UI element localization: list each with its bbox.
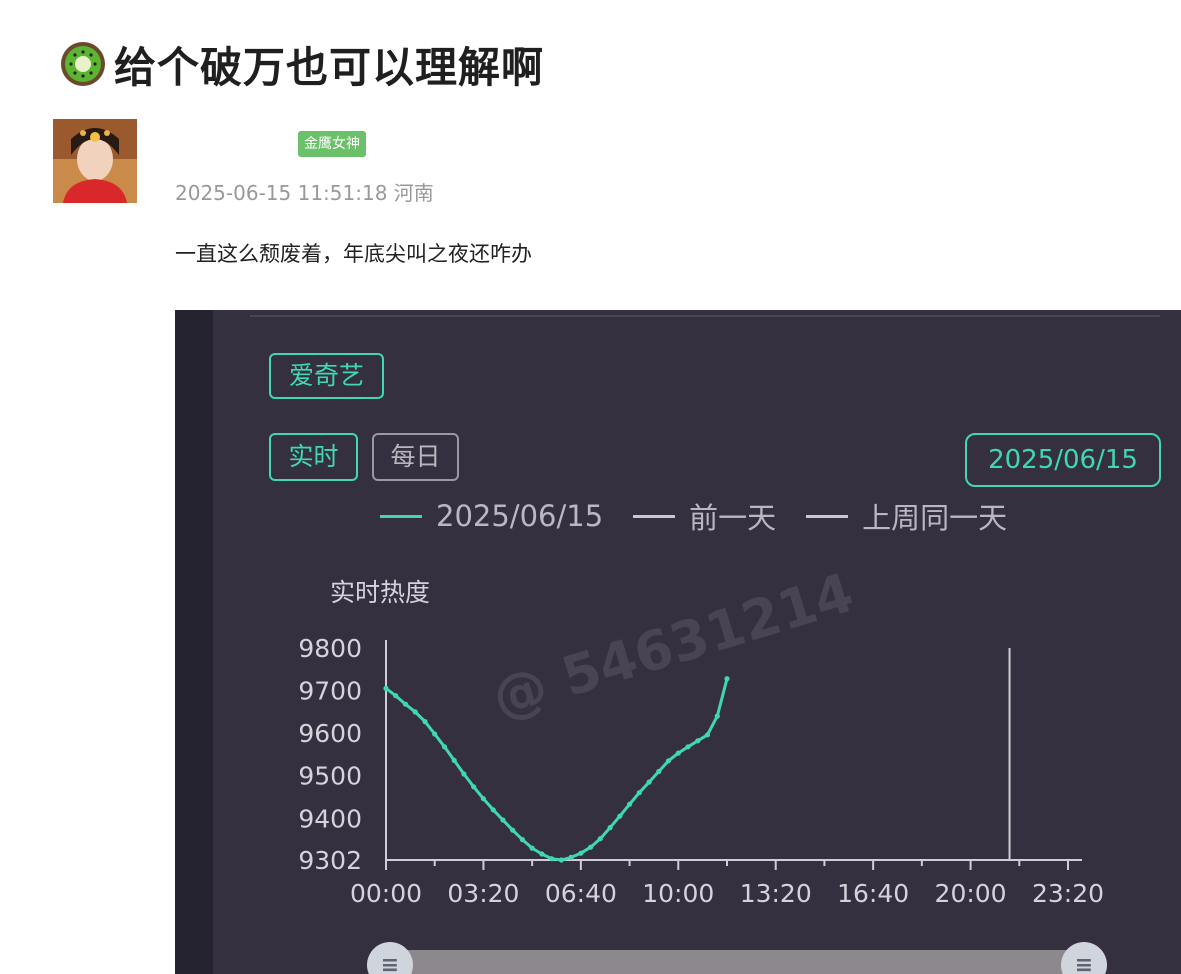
series-point bbox=[441, 744, 448, 750]
y-axis-title: 实时热度 bbox=[330, 578, 430, 607]
series-point bbox=[568, 854, 574, 860]
post-location: 河南 bbox=[393, 181, 434, 205]
x-tick-label: 06:40 bbox=[545, 879, 617, 908]
y-tick-label: 9700 bbox=[298, 677, 362, 706]
embedded-screenshot[interactable]: 爱奇艺 实时 每日 2025/06/15 2025/06/15 前一天 上周同一… bbox=[175, 310, 1181, 974]
series-point bbox=[724, 676, 730, 682]
user-badge: 金鹰女神 bbox=[298, 131, 366, 157]
range-slider-right-handle[interactable]: ≡ bbox=[1061, 942, 1107, 974]
series-point bbox=[461, 771, 467, 777]
series-point bbox=[665, 758, 672, 764]
series-point bbox=[675, 750, 681, 756]
series-point bbox=[510, 827, 516, 833]
series-point bbox=[383, 685, 389, 691]
series-point bbox=[402, 701, 409, 707]
series-point bbox=[656, 768, 662, 775]
legend-swatch bbox=[633, 514, 676, 518]
range-slider-left-handle[interactable]: ≡ bbox=[367, 942, 413, 974]
series-point bbox=[480, 796, 486, 802]
series-point bbox=[471, 784, 477, 790]
series-point bbox=[549, 856, 555, 862]
platform-button[interactable]: 爱奇艺 bbox=[269, 353, 384, 399]
legend-swatch bbox=[806, 514, 849, 518]
date-picker-button[interactable]: 2025/06/15 bbox=[965, 433, 1161, 487]
series-point bbox=[704, 732, 711, 738]
x-tick-label: 00:00 bbox=[350, 879, 422, 908]
heat-line-chart: 实时热度 9302 9400 9500 9600 9700 9800 00:00 03:20 06… bbox=[298, 578, 1104, 908]
y-tick-label: 9600 bbox=[298, 719, 362, 748]
avatar-image bbox=[53, 119, 137, 203]
series-point bbox=[685, 744, 691, 750]
series-point bbox=[558, 857, 564, 863]
y-tick-label: 9500 bbox=[298, 762, 362, 791]
series-point bbox=[617, 813, 623, 819]
series-point bbox=[432, 731, 438, 737]
avatar[interactable] bbox=[53, 119, 137, 203]
legend-item-previous-day[interactable]: 前一天 bbox=[633, 495, 776, 537]
tab-daily[interactable]: 每日 bbox=[372, 433, 459, 481]
series-point bbox=[714, 713, 720, 719]
post-meta: 2025-06-15 11:51:18 河南 bbox=[175, 177, 434, 206]
series-point bbox=[646, 779, 652, 785]
series-point bbox=[607, 825, 613, 831]
post-title: 给个破万也可以理解啊 bbox=[114, 42, 545, 92]
x-tick-label: 16:40 bbox=[837, 879, 909, 908]
series-point bbox=[695, 738, 701, 744]
legend-item-today[interactable]: 2025/06/15 bbox=[380, 499, 603, 533]
x-tick-label: 10:00 bbox=[642, 879, 714, 908]
series-point bbox=[539, 851, 545, 857]
series-point bbox=[422, 719, 428, 725]
series-point bbox=[451, 757, 457, 763]
x-tick-label: 13:20 bbox=[740, 879, 812, 908]
series-point bbox=[578, 850, 584, 856]
y-tick-label: 9400 bbox=[298, 804, 362, 833]
series-point bbox=[412, 709, 418, 715]
x-tick-label: 20:00 bbox=[935, 879, 1007, 908]
series-point bbox=[627, 801, 633, 807]
legend-label: 2025/06/15 bbox=[436, 499, 604, 533]
x-tick-label: 23:20 bbox=[1032, 879, 1104, 908]
range-slider-track[interactable] bbox=[392, 950, 1082, 974]
series-point bbox=[529, 845, 535, 851]
series-line-today bbox=[385, 678, 729, 862]
legend-label: 前一天 bbox=[689, 501, 777, 535]
legend-swatch bbox=[380, 514, 422, 518]
series-point bbox=[500, 817, 506, 823]
series-point bbox=[519, 837, 525, 843]
screenshot-divider bbox=[250, 315, 1160, 317]
y-tick-label: 9302 bbox=[298, 846, 362, 875]
series-point bbox=[636, 790, 642, 796]
series-point bbox=[597, 836, 603, 842]
post-title-row: 给个破万也可以理解啊 bbox=[58, 34, 544, 94]
tab-realtime[interactable]: 实时 bbox=[269, 433, 358, 481]
kiwi-icon bbox=[61, 42, 105, 86]
x-tick-label: 03:20 bbox=[447, 879, 519, 908]
legend-label: 上周同一天 bbox=[862, 501, 1008, 535]
post-text: 一直这么颓废着，年底尖叫之夜还咋办 bbox=[175, 242, 532, 266]
series-point bbox=[490, 807, 496, 813]
series-point bbox=[393, 693, 399, 699]
post-timestamp: 2025-06-15 11:51:18 bbox=[175, 181, 388, 205]
legend-item-last-week[interactable]: 上周同一天 bbox=[806, 495, 1007, 537]
chart-legend: 2025/06/15 前一天 上周同一天 bbox=[380, 495, 1037, 537]
series-point bbox=[588, 844, 594, 850]
y-tick-label: 9800 bbox=[298, 634, 362, 663]
